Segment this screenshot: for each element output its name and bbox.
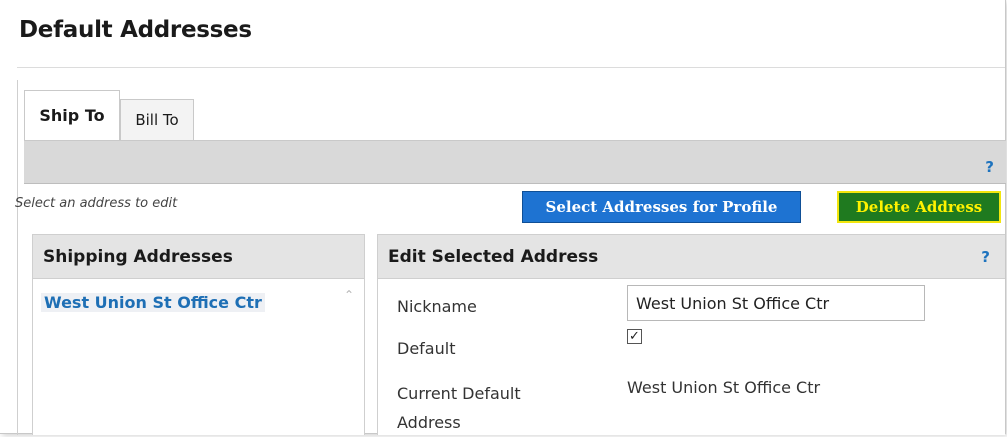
checkbox-checked-icon: ✓ [629,329,640,344]
current-default-label-line1: Current Default [397,384,521,403]
title-divider [17,67,1005,68]
current-default-address-value: West Union St Office Ctr [627,378,821,397]
select-addresses-for-profile-button[interactable]: Select Addresses for Profile [522,191,801,223]
delete-address-button[interactable]: Delete Address [837,191,1001,223]
edit-address-header: Edit Selected Address ? [378,235,1005,279]
tab-bill-to[interactable]: Bill To [120,99,194,140]
scroll-up-arrow-icon[interactable]: ⌃ [344,288,354,302]
default-checkbox[interactable]: ✓ [627,329,642,344]
nickname-label: Nickname [397,297,477,316]
edit-address-panel: Edit Selected Address ? Nickname Default… [377,234,1005,435]
shipping-addresses-panel: Shipping Addresses West Union St Office … [32,234,365,435]
page-title: Default Addresses [19,17,252,43]
edit-address-title: Edit Selected Address [388,246,599,267]
default-label: Default [397,339,456,358]
current-default-address-label: Current Default Address [397,379,521,437]
list-item[interactable]: West Union St Office Ctr [41,293,265,312]
help-icon[interactable]: ? [981,248,990,266]
tab-ship-to[interactable]: Ship To [24,90,120,140]
shipping-addresses-header: Shipping Addresses [33,235,364,279]
current-default-label-line2: Address [397,413,461,432]
window-frame: Default Addresses Ship To Bill To ? Sele… [0,0,1006,435]
tab-toolbar: ? [24,140,1006,184]
edit-hint-text: Select an address to edit [15,196,178,211]
help-icon[interactable]: ? [985,158,994,176]
nickname-input[interactable] [627,285,925,321]
